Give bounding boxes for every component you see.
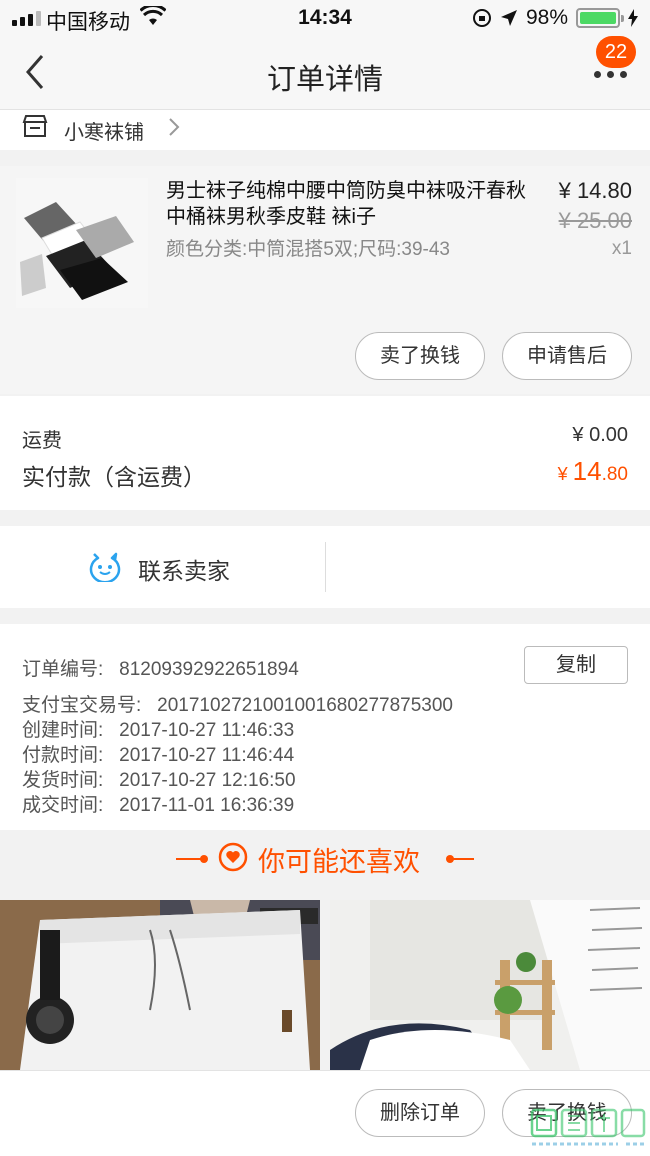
alipay-number-line: 支付宝交易号: 2017102721001001680277875300 [22, 695, 453, 716]
paid-time-line: 付款时间: 2017-10-27 11:46:44 [22, 745, 295, 766]
product-sku: 颜色分类:中筒混搭5双;尺码:39-43 [166, 239, 450, 260]
contact-seller-row: 联系卖家 [0, 526, 650, 608]
decor-line [176, 858, 202, 860]
product-price: ¥ 14.80 [558, 178, 632, 203]
battery-percent: 98% [525, 6, 568, 29]
decor-dot [200, 855, 208, 863]
order-number-line: 订单编号: 81209392922651894 [22, 659, 299, 680]
chat-face-icon[interactable] [88, 550, 122, 582]
paid-label: 实付款（含运费） [22, 464, 206, 490]
message-badge: 22 [596, 36, 636, 68]
product-thumbnail[interactable] [16, 178, 148, 308]
recommendations-header: 你可能还喜欢 [0, 830, 650, 900]
decor-line [452, 858, 474, 860]
more-icon[interactable] [594, 66, 630, 82]
recommendations-title: 你可能还喜欢 [258, 847, 420, 877]
shipping-label: 运费 [22, 430, 62, 452]
payment-summary: 运费 ¥ 0.00 实付款（含运费） ¥ 14.80 [0, 396, 650, 510]
created-time-line: 创建时间: 2017-10-27 11:46:33 [22, 720, 295, 741]
recommended-product-shorts[interactable] [0, 900, 320, 1070]
copy-button[interactable]: 复制 [524, 646, 628, 684]
paid-amount: ¥ 14.80 [557, 456, 628, 486]
shipped-time-line: 发货时间: 2017-10-27 12:16:50 [22, 770, 296, 791]
recommended-product-bedding[interactable] [330, 900, 650, 1070]
alipay-number: 2017102721001001680277875300 [157, 695, 453, 716]
chevron-right-icon [169, 118, 180, 136]
rotation-lock-icon [472, 9, 491, 27]
after-sales-button[interactable]: 申请售后 [502, 332, 632, 380]
shipping-value: ¥ 0.00 [572, 424, 628, 446]
status-bar: 中国移动 14:34 98% [0, 0, 650, 36]
divider [325, 542, 326, 592]
order-info: 订单编号: 81209392922651894 复制 支付宝交易号: 20171… [0, 624, 650, 830]
navigation-bar: 订单详情 22 [0, 36, 650, 110]
product-card[interactable]: 男士袜子纯棉中腰中筒防臭中袜吸汗春秋中桶袜男秋季皮鞋 袜i子 颜色分类:中筒混搭… [0, 166, 650, 394]
contact-seller-button[interactable]: 联系卖家 [138, 552, 230, 586]
delete-order-button[interactable]: 删除订单 [355, 1089, 485, 1137]
resell-button[interactable]: 卖了换钱 [355, 332, 485, 380]
product-original-price: ¥ 25.00 [558, 208, 632, 233]
battery-icon [576, 8, 624, 28]
charging-icon [628, 9, 638, 27]
shop-name: 小寒袜铺 [64, 122, 144, 144]
location-arrow-icon [500, 10, 517, 26]
order-number: 81209392922651894 [119, 659, 299, 680]
shop-row[interactable]: 小寒袜铺 [0, 110, 650, 150]
page-title: 订单详情 [266, 64, 383, 96]
completed-time-line: 成交时间: 2017-11-01 16:36:39 [22, 795, 295, 816]
product-quantity: x1 [611, 238, 632, 259]
watermark-logo [530, 1108, 646, 1146]
shop-icon [22, 115, 48, 137]
product-title[interactable]: 男士袜子纯棉中腰中筒防臭中袜吸汗春秋中桶袜男秋季皮鞋 袜i子 [166, 178, 530, 230]
heart-icon [218, 842, 248, 872]
